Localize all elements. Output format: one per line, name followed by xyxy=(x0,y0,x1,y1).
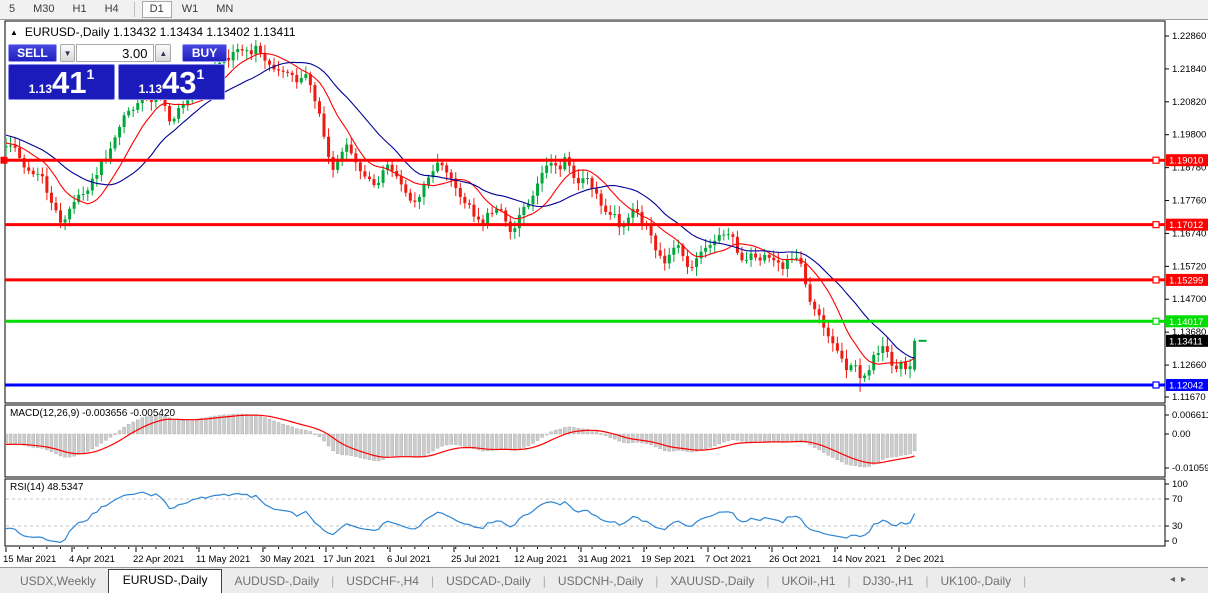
price-axis-tick: 1.21840 xyxy=(1172,64,1206,75)
svg-text:1.17012: 1.17012 xyxy=(1169,220,1203,231)
timeframe-button-mn[interactable]: MN xyxy=(208,1,241,18)
sell-price-small: 1.13 xyxy=(28,82,53,96)
svg-text:1.13411: 1.13411 xyxy=(1169,336,1203,347)
date-axis-label: 2 Dec 2021 xyxy=(896,554,945,565)
price-axis-tick: 1.19800 xyxy=(1172,130,1206,141)
rsi-axis-tick: 30 xyxy=(1172,521,1183,532)
chart-tab-uk100-daily[interactable]: UK100-,Daily xyxy=(928,571,1023,593)
chart-tab-usdcad-daily[interactable]: USDCAD-,Daily xyxy=(434,571,543,593)
date-axis-label: 19 Sep 2021 xyxy=(641,554,695,565)
one-click-trading-panel: SELL ▼ ▲ BUY 1.13411 1.13431 xyxy=(8,44,228,100)
price-axis-tick: 1.17760 xyxy=(1172,196,1206,207)
volume-decrease-button[interactable]: ▼ xyxy=(59,44,76,62)
date-axis-label: 12 Aug 2021 xyxy=(514,554,567,565)
chart-tab-usdchf-h4[interactable]: USDCHF-,H4 xyxy=(334,571,431,593)
rsi-axis-tick: 100 xyxy=(1172,479,1188,490)
date-axis-label: 31 Aug 2021 xyxy=(578,554,631,565)
chart-symbol-label: EURUSD-,Daily xyxy=(24,25,110,39)
timeframe-toolbar: 5 M30 H1 H4 D1 W1 MN xyxy=(0,0,1208,20)
level-price-label: 1.12042 xyxy=(1166,378,1208,391)
date-axis-label: 30 May 2021 xyxy=(260,554,315,565)
rsi-axis-tick: 70 xyxy=(1172,494,1183,505)
svg-text:1.19010: 1.19010 xyxy=(1169,156,1203,167)
mt4-chart-window: 5 M30 H1 H4 D1 W1 MN 1.22860 1.21840 1.20820 1.19… xyxy=(0,0,1208,593)
level-price-label: 1.19010 xyxy=(1166,154,1208,167)
macd-indicator-label: MACD(12,26,9) -0.003656 -0.005420 xyxy=(10,408,176,419)
level-price-label: 1.17012 xyxy=(1166,218,1208,231)
price-axis-tick: 1.14700 xyxy=(1172,294,1206,305)
volume-input[interactable] xyxy=(76,44,155,62)
buy-price-display[interactable]: 1.13 43 1 xyxy=(118,64,225,100)
price-axis-tick: 1.15720 xyxy=(1172,261,1206,272)
buy-price-big: 43 xyxy=(162,65,197,100)
sell-price-display[interactable]: 1.13 41 1 xyxy=(8,64,115,100)
chart-title: ▲ EURUSD-,Daily 1.13432 1.13434 1.13402 … xyxy=(10,25,296,39)
chart-ohlc-values: 1.13432 1.13434 1.13402 1.13411 xyxy=(112,25,296,39)
chart-tab-usdx-weekly[interactable]: USDX,Weekly xyxy=(8,571,108,593)
date-axis-label: 25 Jul 2021 xyxy=(451,554,500,565)
tab-separator: | xyxy=(1023,574,1027,588)
rsi-indicator-label: RSI(14) 48.5347 xyxy=(10,482,84,493)
level-price-label: 1.15299 xyxy=(1166,273,1208,286)
buy-button[interactable]: BUY xyxy=(182,44,228,62)
tab-scroll-right-icon[interactable]: ▸ xyxy=(1181,574,1192,585)
chart-tab-usdcnh-daily[interactable]: USDCNH-,Daily xyxy=(546,571,655,593)
sell-price-big: 41 xyxy=(52,65,87,100)
timeframe-button-w1[interactable]: W1 xyxy=(174,1,207,18)
chart-tab-dj30-h1[interactable]: DJ30-,H1 xyxy=(851,571,926,593)
triangle-down-icon: ▼ xyxy=(63,48,72,58)
timeframe-button-5[interactable]: 5 xyxy=(1,1,23,18)
price-axis-tick: 1.11670 xyxy=(1172,392,1206,403)
svg-text:1.14017: 1.14017 xyxy=(1169,317,1203,328)
sell-price-sup: 1 xyxy=(86,66,95,82)
date-axis-label: 14 Nov 2021 xyxy=(832,554,886,565)
buy-price-small: 1.13 xyxy=(138,82,163,96)
chart-tab-audusd-daily[interactable]: AUDUSD-,Daily xyxy=(222,571,331,593)
date-axis-label: 4 Apr 2021 xyxy=(69,554,115,565)
timeframe-button-h4[interactable]: H4 xyxy=(97,1,127,18)
toolbar-separator xyxy=(133,2,135,17)
buy-price-sup: 1 xyxy=(196,66,205,82)
macd-axis-tick: 0.00 xyxy=(1172,429,1191,440)
volume-increase-button[interactable]: ▲ xyxy=(155,44,172,62)
level-price-label: 1.14017 xyxy=(1166,315,1208,328)
macd-axis-tick: 0.006611 xyxy=(1172,410,1208,421)
chart-tab-ukoil-h1[interactable]: UKOil-,H1 xyxy=(770,571,848,593)
svg-text:1.12042: 1.12042 xyxy=(1169,380,1203,391)
date-axis-label: 7 Oct 2021 xyxy=(705,554,751,565)
macd-axis-tick: -0.010595 xyxy=(1172,463,1208,474)
tab-scroll-left-icon[interactable]: ◂ xyxy=(1170,574,1181,585)
rsi-axis-tick: 0 xyxy=(1172,536,1177,547)
sell-button[interactable]: SELL xyxy=(8,44,57,62)
rsi-panel-frame xyxy=(4,478,1166,547)
chart-tab-xauusd-daily[interactable]: XAUUSD-,Daily xyxy=(658,571,766,593)
timeframe-button-h1[interactable]: H1 xyxy=(65,1,95,18)
tab-scroll-arrows[interactable]: ◂▸ xyxy=(1170,574,1192,585)
date-axis: 15 Mar 2021 4 Apr 2021 22 Apr 2021 11 May 2… xyxy=(3,547,945,565)
current-price-label: 1.13411 xyxy=(1166,334,1208,347)
price-axis-tick: 1.12660 xyxy=(1172,360,1206,371)
svg-text:1.15299: 1.15299 xyxy=(1169,275,1203,286)
date-axis-label: 11 May 2021 xyxy=(196,554,250,565)
collapse-triangle-icon[interactable]: ▲ xyxy=(10,28,18,37)
price-axis: 1.228601.218401.208201.198001.187801.177… xyxy=(1165,31,1208,547)
chart-tab-bar: USDX,Weekly EURUSD-,Daily AUDUSD-,Daily | US… xyxy=(0,567,1208,593)
date-axis-label: 6 Jul 2021 xyxy=(387,554,431,565)
price-axis-tick: 1.20820 xyxy=(1172,97,1206,108)
timeframe-button-m30[interactable]: M30 xyxy=(25,1,62,18)
chart-tab-eurusd-daily[interactable]: EURUSD-,Daily xyxy=(107,569,223,593)
date-axis-label: 26 Oct 2021 xyxy=(769,554,821,565)
date-axis-label: 15 Mar 2021 xyxy=(3,554,56,565)
timeframe-button-d1[interactable]: D1 xyxy=(141,1,172,18)
date-axis-label: 22 Apr 2021 xyxy=(133,554,184,565)
date-axis-label: 17 Jun 2021 xyxy=(323,554,375,565)
triangle-up-icon: ▲ xyxy=(159,48,168,58)
price-axis-tick: 1.22860 xyxy=(1172,31,1206,42)
macd-panel-frame xyxy=(4,404,1166,478)
